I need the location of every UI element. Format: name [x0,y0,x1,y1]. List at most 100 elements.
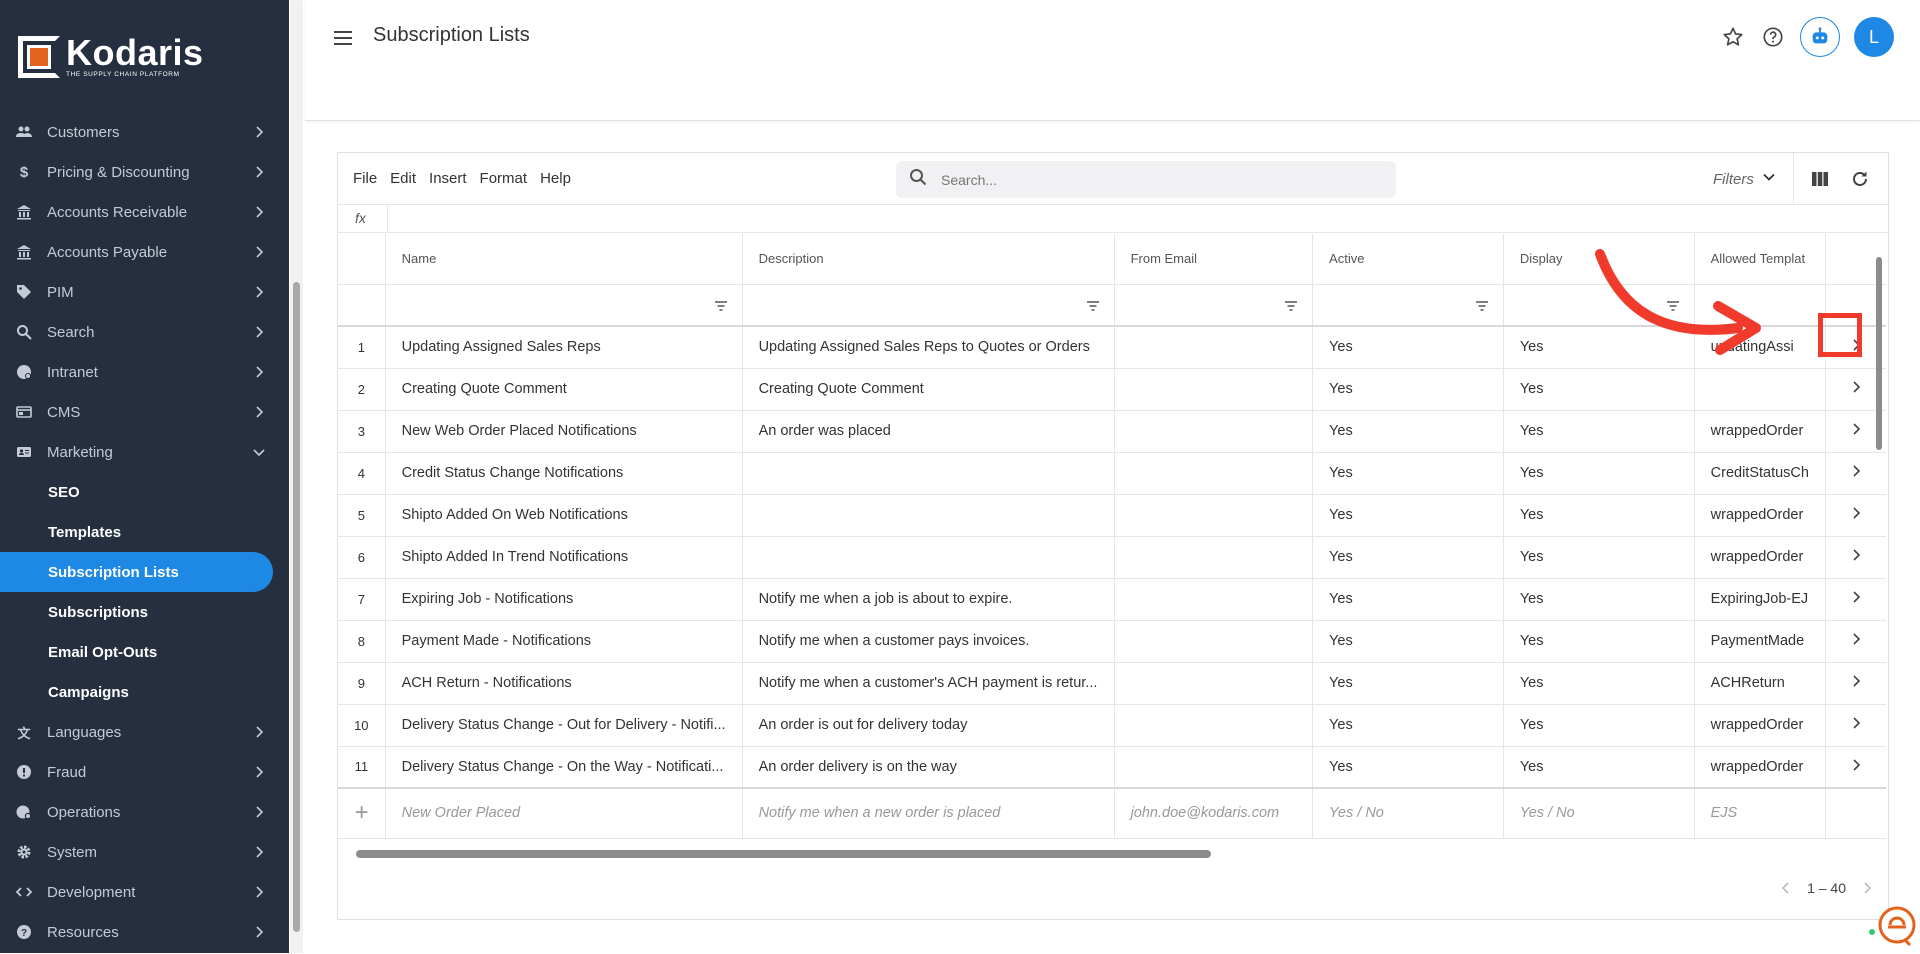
new-row-display[interactable]: Yes / No [1503,787,1695,839]
table-row[interactable]: 6 Shipto Added In Trend Notifications Yes Y… [338,536,1886,579]
cell-row-number[interactable]: 1 [338,326,386,369]
cell-row-number[interactable]: 5 [338,494,386,537]
sidebar-item-intranet[interactable]: Intranet [0,352,289,392]
cell-description[interactable] [742,494,1115,537]
cell-active[interactable]: Yes [1312,368,1504,411]
cell-row-number[interactable]: 2 [338,368,386,411]
star-icon[interactable] [1720,24,1746,50]
cell-row-number[interactable]: 8 [338,620,386,663]
add-row-button[interactable]: + [338,787,386,839]
sidebar-item-resources[interactable]: ? Resources [0,912,289,952]
cell-allowed-templates[interactable]: wrappedOrder [1694,410,1826,453]
cell-from-email[interactable] [1114,494,1314,537]
cell-active[interactable]: Yes [1312,578,1504,621]
cell-description[interactable]: Creating Quote Comment [742,368,1115,411]
cell-active[interactable]: Yes [1312,536,1504,579]
sidebar-item-system[interactable]: System [0,832,289,872]
cell-active[interactable]: Yes [1312,326,1504,369]
cell-display[interactable]: Yes [1503,620,1695,663]
cell-allowed-templates[interactable]: ACHReturn [1694,662,1826,705]
cell-description[interactable]: An order is out for delivery today [742,704,1115,747]
cell-allowed-templates[interactable]: wrappedOrder [1694,746,1826,789]
column-header-name[interactable]: Name [385,234,743,285]
filter-name[interactable] [385,284,743,327]
cell-description[interactable] [742,452,1115,495]
cell-row-number[interactable]: 4 [338,452,386,495]
cell-display[interactable]: Yes [1503,410,1695,453]
new-row[interactable]: + New Order Placed Notify me when a new … [338,787,1886,839]
next-page-icon[interactable] [1860,881,1874,895]
cell-display[interactable]: Yes [1503,452,1695,495]
table-row[interactable]: 8 Payment Made - Notifications Notify me w… [338,620,1886,663]
cell-allowed-templates[interactable]: ExpiringJob-EJ [1694,578,1826,621]
sidebar-item-search[interactable]: Search [0,312,289,352]
sidebar-subitem-seo[interactable]: SEO [0,472,289,512]
cell-name[interactable]: Shipto Added In Trend Notifications [385,536,743,579]
filter-icon[interactable] [714,300,728,312]
refresh-icon[interactable] [1850,169,1870,189]
sidebar-item-pim[interactable]: PIM [0,272,289,312]
prev-page-icon[interactable] [1779,881,1793,895]
sidebar-subitem-templates[interactable]: Templates [0,512,289,552]
cell-active[interactable]: Yes [1312,494,1504,537]
sidebar-item-accounts-receivable[interactable]: Accounts Receivable [0,192,289,232]
cell-name[interactable]: Payment Made - Notifications [385,620,743,663]
new-row-allowed-templates[interactable]: EJS [1694,787,1826,839]
cell-display[interactable]: Yes [1503,536,1695,579]
sidebar-item-development[interactable]: Development [0,872,289,912]
table-row[interactable]: 10 Delivery Status Change - Out for Deliv… [338,704,1886,747]
cell-description[interactable]: Notify me when a customer pays invoices. [742,620,1115,663]
menu-file[interactable]: File [353,170,377,187]
cell-from-email[interactable] [1114,368,1314,411]
cell-from-email[interactable] [1114,704,1314,747]
cell-active[interactable]: Yes [1312,620,1504,663]
kodaris-logo[interactable]: Kodaris THE SUPPLY CHAIN PLATFORM [18,35,204,78]
cell-allowed-templates[interactable]: PaymentMade [1694,620,1826,663]
new-row-name[interactable]: New Order Placed [385,787,743,839]
table-row[interactable]: 9 ACH Return - Notifications Notify me whe… [338,662,1886,705]
cell-display[interactable]: Yes [1503,578,1695,621]
help-icon[interactable] [1760,24,1786,50]
cell-active[interactable]: Yes [1312,452,1504,495]
sidebar-subitem-subscription-lists[interactable]: Subscription Lists [0,552,273,592]
cell-from-email[interactable] [1114,452,1314,495]
cell-row-number[interactable]: 6 [338,536,386,579]
filter-icon[interactable] [1086,300,1100,312]
cell-row-number[interactable]: 11 [338,746,386,789]
hamburger-menu-icon[interactable] [331,26,355,50]
cell-description[interactable]: An order delivery is on the way [742,746,1115,789]
sidebar-item-cms[interactable]: CMS [0,392,289,432]
cell-row-number[interactable]: 10 [338,704,386,747]
columns-icon[interactable] [1810,169,1830,189]
cell-from-email[interactable] [1114,662,1314,705]
cell-from-email[interactable] [1114,746,1314,789]
formula-bar[interactable]: fx [338,205,1888,233]
sidebar-scrollbar[interactable] [290,0,303,953]
cell-allowed-templates[interactable]: wrappedOrder [1694,536,1826,579]
table-row[interactable]: 5 Shipto Added On Web Notifications Yes Yes… [338,494,1886,537]
cell-name[interactable]: Expiring Job - Notifications [385,578,743,621]
cell-active[interactable]: Yes [1312,662,1504,705]
cell-name[interactable]: Credit Status Change Notifications [385,452,743,495]
cell-name[interactable]: Shipto Added On Web Notifications [385,494,743,537]
cell-allowed-templates[interactable]: CreditStatusCh [1694,452,1826,495]
support-chat-icon[interactable] [1873,903,1919,949]
search-input[interactable] [941,171,1361,188]
menu-help[interactable]: Help [540,170,571,187]
cell-active[interactable]: Yes [1312,746,1504,789]
table-row[interactable]: 2 Creating Quote Comment Creating Quote Co… [338,368,1886,411]
column-header-from-email[interactable]: From Email [1114,234,1314,285]
menu-insert[interactable]: Insert [429,170,467,187]
cell-display[interactable]: Yes [1503,494,1695,537]
table-row[interactable]: 11 Delivery Status Change - On the Way - … [338,746,1886,789]
sidebar-subitem-subscriptions[interactable]: Subscriptions [0,592,289,632]
sidebar-item-languages[interactable]: 文 Languages [0,712,289,752]
sidebar-item-pricing[interactable]: $ Pricing & Discounting [0,152,289,192]
cell-row-number[interactable]: 9 [338,662,386,705]
menu-format[interactable]: Format [480,170,528,187]
cell-from-email[interactable] [1114,620,1314,663]
table-row[interactable]: 4 Credit Status Change Notifications Yes Ye… [338,452,1886,495]
grid-horizontal-scrollbar[interactable] [340,846,1885,860]
sidebar-item-fraud[interactable]: Fraud [0,752,289,792]
cell-name[interactable]: Updating Assigned Sales Reps [385,326,743,369]
